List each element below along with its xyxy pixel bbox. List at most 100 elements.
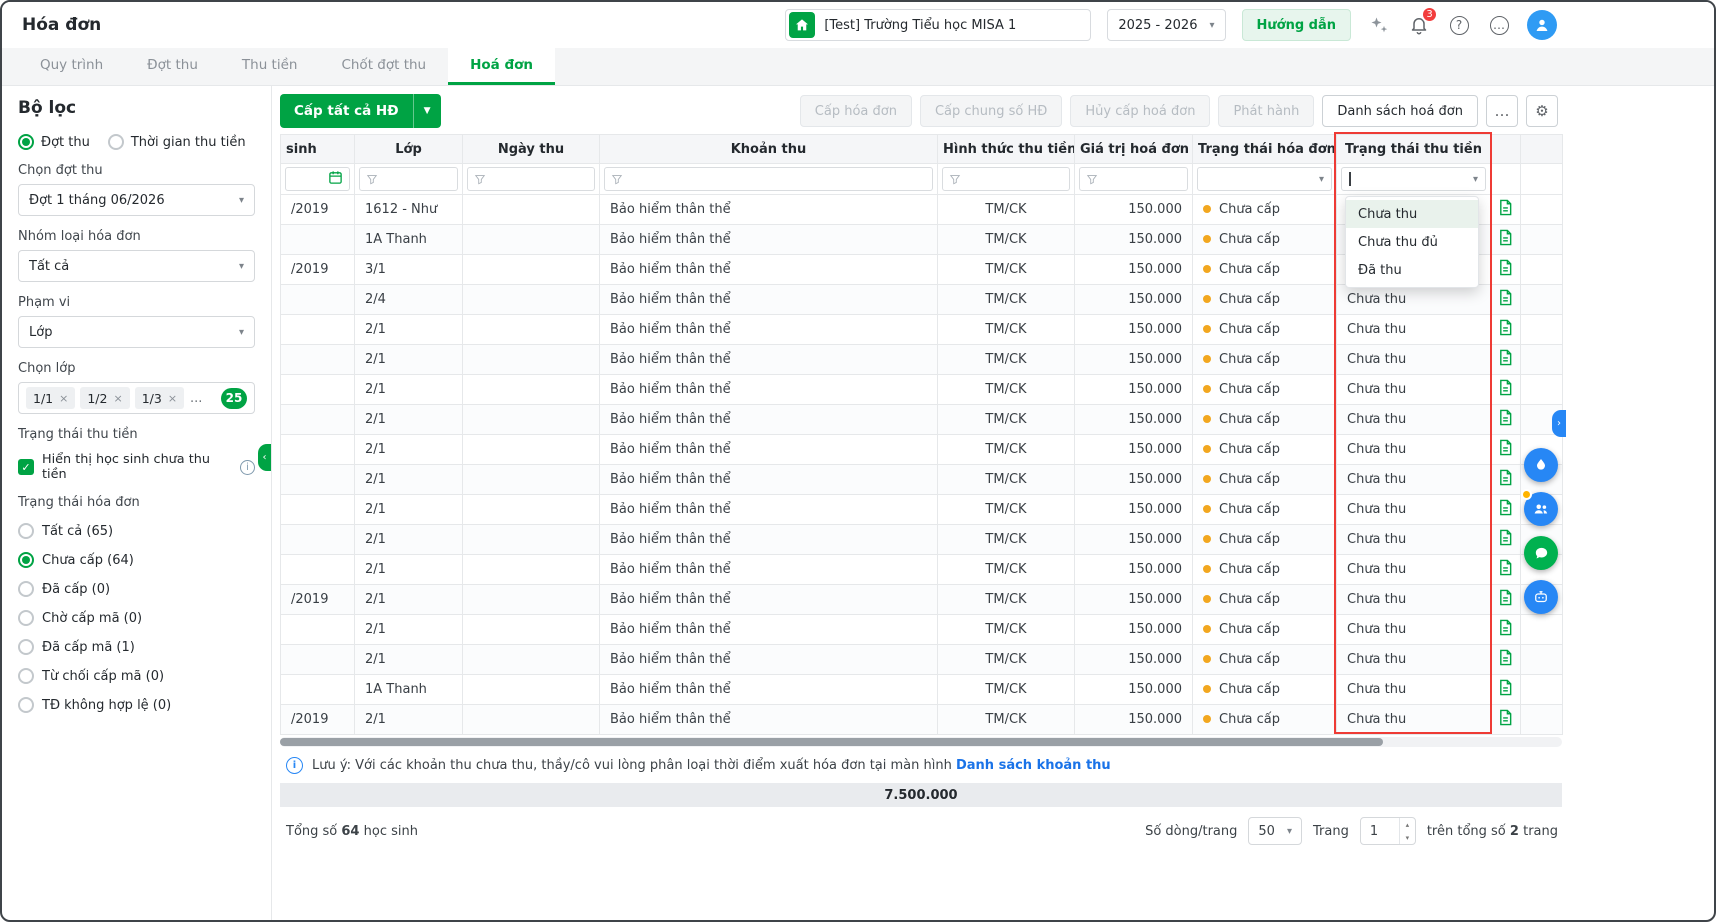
table-row[interactable]: 2/1Bảo hiểm thân thểTM/CK150.000Chưa cấp… [281,645,1563,675]
invoice-status-option[interactable]: Từ chối cấp mã (0) [18,668,255,684]
table-row[interactable]: 2/1Bảo hiểm thân thểTM/CK150.000Chưa cấp… [281,615,1563,645]
invoice-doc-icon[interactable] [1491,465,1521,495]
right-panel-toggle[interactable]: › [1552,410,1566,437]
scope-select[interactable]: Lớp ▾ [18,316,255,348]
support-drop-icon[interactable] [1524,448,1558,482]
sparkles-icon[interactable] [1367,13,1391,37]
cell-payment-status[interactable]: Chưa thu [1337,585,1491,615]
table-row[interactable]: 2/1Bảo hiểm thân thểTM/CK150.000Chưa cấp… [281,555,1563,585]
invoice-doc-icon[interactable] [1491,615,1521,645]
cell-payment-status[interactable]: Chưa thu [1337,555,1491,585]
checkbox-checked-icon[interactable]: ✓ [18,459,34,475]
invoice-status-filter-select[interactable]: ▾ [1197,167,1332,191]
table-row[interactable]: 2/1Bảo hiểm thân thểTM/CK150.000Chưa cấp… [281,495,1563,525]
invoice-doc-icon[interactable] [1491,435,1521,465]
chevron-down-icon[interactable]: ▼ [413,94,441,128]
invoice-doc-icon[interactable] [1491,585,1521,615]
invoice-doc-icon[interactable] [1491,375,1521,405]
class-chip[interactable]: 1/1× [26,387,75,409]
invoice-status-option[interactable]: Đã cấp (0) [18,581,255,597]
payment-method-filter-input[interactable] [966,172,1063,187]
invoice-value-filter-input[interactable] [1103,172,1181,187]
notifications-bell-icon[interactable]: 3 [1407,13,1431,37]
calendar-icon[interactable] [328,170,343,189]
cell-payment-status[interactable]: Chưa thu [1337,345,1491,375]
sidebar-collapse-handle[interactable]: ‹ [258,444,271,471]
invoice-doc-icon[interactable] [1491,285,1521,315]
invoice-doc-icon[interactable] [1491,675,1521,705]
table-row[interactable]: /20192/1Bảo hiểm thân thểTM/CK150.000Chư… [281,705,1563,735]
fee-item-filter-input[interactable] [628,172,926,187]
class-filter-input[interactable] [383,172,451,187]
school-selector[interactable]: [Test] Trường Tiểu học MISA 1 [785,9,1091,41]
assistant-robot-icon[interactable] [1524,580,1558,614]
invoice-doc-icon[interactable] [1491,525,1521,555]
cell-payment-status[interactable]: Chưa thu [1337,705,1491,735]
table-row[interactable]: 2/1Bảo hiểm thân thểTM/CK150.000Chưa cấp… [281,525,1563,555]
more-options-icon[interactable]: … [1487,13,1511,37]
payment-status-filter-select[interactable]: ▾ [1341,167,1486,191]
issue-all-invoices-button[interactable]: Cấp tất cả HĐ ▼ [280,94,441,128]
invoice-doc-icon[interactable] [1491,495,1521,525]
publish-button[interactable]: Phát hành [1218,95,1314,127]
help-icon[interactable]: ? [1447,13,1471,37]
cell-payment-status[interactable]: Chưa thu [1337,525,1491,555]
invoice-list-button[interactable]: Danh sách hoá đơn [1322,95,1478,127]
remove-chip-icon[interactable]: × [168,392,177,405]
scrollbar-thumb[interactable] [280,738,1383,746]
mode-option-dot-thu[interactable]: Đợt thu [18,134,90,150]
invoice-doc-icon[interactable] [1491,705,1521,735]
cell-payment-status[interactable]: Chưa thu [1337,495,1491,525]
table-row[interactable]: 2/1Bảo hiểm thân thểTM/CK150.000Chưa cấp… [281,315,1563,345]
invoice-doc-icon[interactable] [1491,195,1521,225]
remove-chip-icon[interactable]: × [59,392,68,405]
cell-payment-status[interactable]: Chưa thu [1337,375,1491,405]
show-unpaid-checkbox-row[interactable]: ✓ Hiển thị học sinh chưa thu tiền i [18,452,255,482]
payment-status-option[interactable]: Chưa thu đủ [1346,228,1478,256]
table-row[interactable]: 2/1Bảo hiểm thân thểTM/CK150.000Chưa cấp… [281,375,1563,405]
class-chip[interactable]: 1/3× [135,387,184,409]
class-chip[interactable]: 1/2× [80,387,129,409]
cell-payment-status[interactable]: Chưa thu [1337,285,1491,315]
fee-list-link[interactable]: Danh sách khoản thu [956,758,1111,773]
birth-filter-input[interactable] [292,172,323,187]
avatar[interactable] [1527,10,1557,40]
invoice-status-option[interactable]: Chưa cấp (64) [18,552,255,568]
page-stepper[interactable]: ▴▾ [1399,818,1415,844]
cancel-invoice-button[interactable]: Hủy cấp hoá đơn [1070,95,1210,127]
invoice-type-select[interactable]: Tất cả ▾ [18,250,255,282]
tab-5[interactable]: Hoá đơn [448,48,555,85]
settings-gear-button[interactable]: ⚙ [1526,95,1558,127]
cell-payment-status[interactable]: Chưa thu [1337,675,1491,705]
collect-date-filter-input[interactable] [491,172,588,187]
remove-chip-icon[interactable]: × [113,392,122,405]
issue-shared-number-button[interactable]: Cấp chung số HĐ [920,95,1062,127]
tab-2[interactable]: Đợt thu [125,48,220,85]
table-row[interactable]: 2/1Bảo hiểm thân thểTM/CK150.000Chưa cấp… [281,465,1563,495]
community-people-icon[interactable] [1524,492,1558,526]
guide-button[interactable]: Hướng dẫn [1242,9,1352,41]
class-multiselect[interactable]: 1/1×1/2×1/3× ... 25 [18,382,255,414]
cell-payment-status[interactable]: Chưa thu [1337,615,1491,645]
tab-4[interactable]: Chốt đợt thu [319,48,448,85]
issue-invoice-button[interactable]: Cấp hóa đơn [800,95,912,127]
invoice-doc-icon[interactable] [1491,345,1521,375]
invoice-doc-icon[interactable] [1491,315,1521,345]
payment-status-option[interactable]: Đã thu [1346,256,1478,284]
school-year-select[interactable]: 2025 - 2026 ▾ [1107,9,1225,41]
cell-payment-status[interactable]: Chưa thu [1337,645,1491,675]
table-row[interactable]: 2/4Bảo hiểm thân thểTM/CK150.000Chưa cấp… [281,285,1563,315]
invoice-doc-icon[interactable] [1491,255,1521,285]
payment-status-option[interactable]: Chưa thu [1346,200,1478,228]
chat-bubble-icon[interactable] [1524,536,1558,570]
mode-option-thoi-gian[interactable]: Thời gian thu tiền [108,134,246,150]
collection-period-select[interactable]: Đợt 1 tháng 06/2026 ▾ [18,184,255,216]
rows-per-page-select[interactable]: 50 ▾ [1248,817,1302,845]
cell-payment-status[interactable]: Chưa thu [1337,405,1491,435]
tab-3[interactable]: Thu tiền [220,48,320,85]
more-actions-button[interactable]: … [1486,95,1518,127]
invoice-status-option[interactable]: Chờ cấp mã (0) [18,610,255,626]
invoice-doc-icon[interactable] [1491,225,1521,255]
invoice-status-option[interactable]: Tất cả (65) [18,523,255,539]
cell-payment-status[interactable]: Chưa thu [1337,465,1491,495]
